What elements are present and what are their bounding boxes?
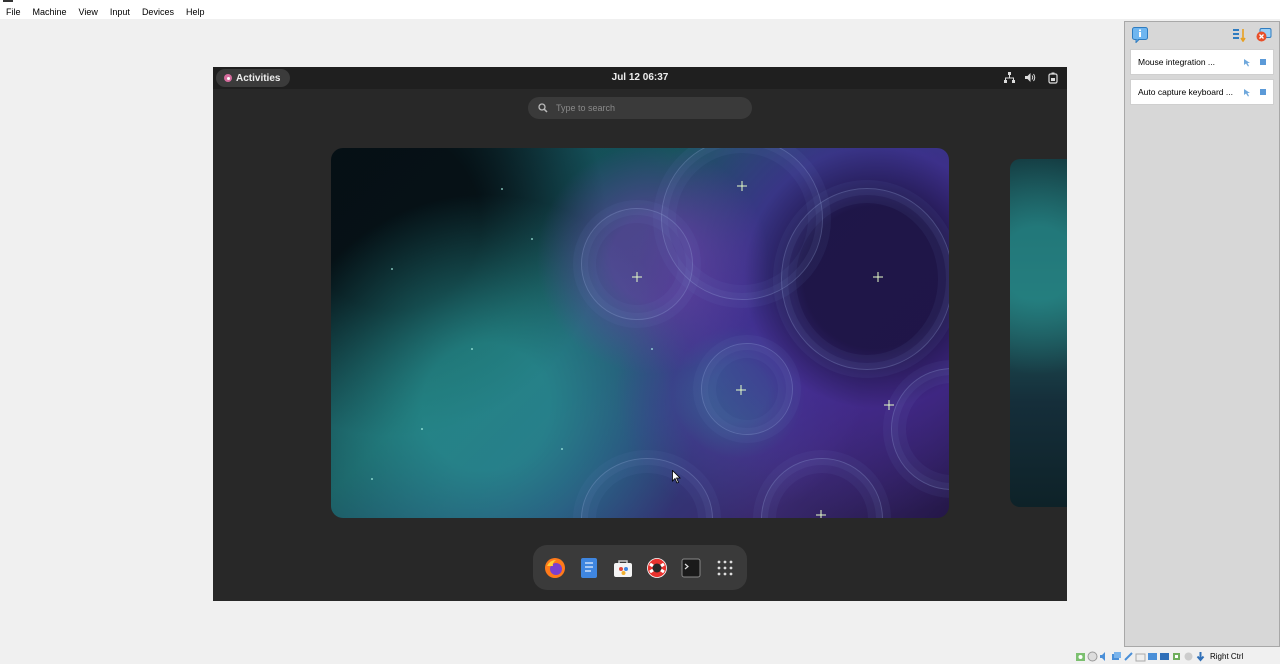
star bbox=[632, 272, 642, 282]
menu-file[interactable]: File bbox=[0, 5, 27, 19]
notification-center: Mouse integration ... Auto capture keybo… bbox=[1124, 21, 1280, 647]
speck bbox=[561, 448, 563, 450]
speck bbox=[471, 348, 473, 350]
speck bbox=[371, 478, 373, 480]
info-icon[interactable] bbox=[1132, 27, 1148, 44]
star bbox=[816, 510, 826, 518]
guest-screen[interactable]: Activities Jul 12 06:37 bbox=[213, 67, 1067, 601]
shared-folder-icon[interactable] bbox=[1135, 651, 1146, 662]
power-icon[interactable] bbox=[1047, 71, 1059, 84]
notification-auto-capture-keyboard[interactable]: Auto capture keyboard ... bbox=[1130, 79, 1274, 105]
star bbox=[873, 272, 883, 282]
network-adapter-icon[interactable] bbox=[1111, 651, 1122, 662]
speck bbox=[421, 428, 423, 430]
nebula-ring bbox=[781, 188, 949, 370]
usb-icon[interactable] bbox=[1123, 651, 1134, 662]
notification-text: Mouse integration ... bbox=[1138, 57, 1216, 67]
speck bbox=[391, 268, 393, 270]
software-icon[interactable] bbox=[612, 557, 634, 579]
dash-dock bbox=[533, 545, 747, 590]
dismiss-icon[interactable] bbox=[1258, 88, 1267, 97]
sort-icon[interactable] bbox=[1233, 28, 1247, 43]
mouse-integration-icon[interactable] bbox=[1183, 651, 1194, 662]
notification-mouse-integration[interactable]: Mouse integration ... bbox=[1130, 49, 1274, 75]
terminal-icon[interactable] bbox=[680, 557, 702, 579]
clock-area: Jul 12 06:37 bbox=[213, 67, 1067, 89]
dismiss-icon[interactable] bbox=[1258, 58, 1267, 67]
menu-input[interactable]: Input bbox=[104, 5, 136, 19]
app-grid-icon[interactable] bbox=[714, 557, 736, 579]
menu-devices[interactable]: Devices bbox=[136, 5, 180, 19]
network-icon[interactable] bbox=[1003, 71, 1015, 84]
menu-view[interactable]: View bbox=[73, 5, 104, 19]
close-all-icon[interactable] bbox=[1256, 28, 1272, 42]
star bbox=[884, 400, 894, 410]
speck bbox=[651, 348, 653, 350]
speck bbox=[501, 188, 503, 190]
search-bar[interactable] bbox=[528, 97, 752, 119]
volume-icon[interactable] bbox=[1025, 71, 1037, 84]
activities-button[interactable]: Activities bbox=[216, 69, 291, 87]
search-input[interactable] bbox=[554, 97, 752, 119]
clock-button[interactable]: Jul 12 06:37 bbox=[612, 72, 669, 83]
audio-icon[interactable] bbox=[1099, 651, 1110, 662]
display-icon[interactable] bbox=[1147, 651, 1158, 662]
vm-status-bar: Right Ctrl bbox=[1075, 649, 1280, 664]
mouse-pointer-icon bbox=[672, 469, 682, 484]
nebula-ring bbox=[891, 368, 949, 490]
next-workspace-thumbnail[interactable] bbox=[1010, 159, 1067, 507]
optical-drive-icon[interactable] bbox=[1087, 651, 1098, 662]
text-editor-icon[interactable] bbox=[578, 557, 600, 579]
mouse-capture-icon[interactable] bbox=[1243, 58, 1252, 67]
keyboard-icon[interactable] bbox=[1195, 651, 1206, 662]
mouse-capture-icon[interactable] bbox=[1243, 88, 1252, 97]
star bbox=[736, 385, 746, 395]
system-tray[interactable] bbox=[1003, 71, 1059, 84]
host-key-label: Right Ctrl bbox=[1210, 652, 1244, 661]
help-icon[interactable] bbox=[646, 557, 668, 579]
menu-machine[interactable]: Machine bbox=[27, 5, 73, 19]
gnome-top-bar: Activities Jul 12 06:37 bbox=[213, 67, 1067, 89]
speck bbox=[531, 238, 533, 240]
nebula-ring bbox=[701, 343, 793, 435]
cpu-icon[interactable] bbox=[1171, 651, 1182, 662]
nebula-ring bbox=[581, 458, 713, 518]
menu-bar: File Machine View Input Devices Help bbox=[0, 5, 1280, 19]
activities-label: Activities bbox=[236, 72, 281, 84]
menu-help[interactable]: Help bbox=[180, 5, 211, 19]
search-icon bbox=[536, 101, 550, 115]
notification-text: Auto capture keyboard ... bbox=[1138, 87, 1233, 97]
hard-disk-icon[interactable] bbox=[1075, 651, 1086, 662]
notification-toolbar bbox=[1125, 22, 1279, 48]
workspace-thumbnail[interactable] bbox=[331, 148, 949, 518]
video-capture-icon[interactable] bbox=[1159, 651, 1170, 662]
star bbox=[737, 181, 747, 191]
activities-icon bbox=[224, 74, 232, 82]
nebula-ring bbox=[761, 458, 883, 518]
firefox-icon[interactable] bbox=[544, 557, 566, 579]
title-stub bbox=[3, 0, 13, 2]
